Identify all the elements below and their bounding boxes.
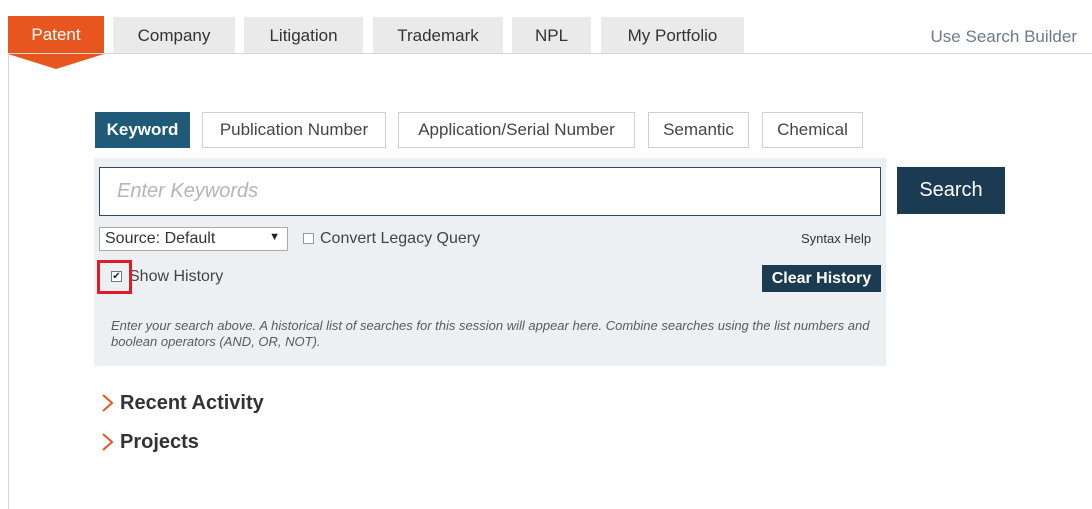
chevron-right-icon xyxy=(102,433,114,451)
source-select-value: Source: Default xyxy=(105,230,216,247)
search-type-chemical[interactable]: Chemical xyxy=(762,112,863,148)
convert-legacy-query-checkbox[interactable] xyxy=(303,233,314,244)
section-title: Recent Activity xyxy=(120,391,264,414)
chevron-right-icon xyxy=(102,394,114,412)
use-search-builder-link[interactable]: Use Search Builder xyxy=(931,27,1077,47)
source-select[interactable]: Source: Default ▼ xyxy=(99,227,288,251)
show-history-label: Show History xyxy=(129,268,224,285)
search-type-publication-number[interactable]: Publication Number xyxy=(202,112,386,148)
top-navigation: Patent Company Litigation Trademark NPL … xyxy=(0,0,1092,54)
highlight-annotation-box xyxy=(97,260,132,294)
dropdown-caret-icon: ▼ xyxy=(269,231,280,243)
history-help-text: Enter your search above. A historical li… xyxy=(111,318,870,349)
search-type-semantic[interactable]: Semantic xyxy=(648,112,749,148)
search-type-application-serial-number[interactable]: Application/Serial Number xyxy=(398,112,635,148)
search-button[interactable]: Search xyxy=(897,167,1005,214)
tab-company[interactable]: Company xyxy=(113,17,235,54)
tab-litigation[interactable]: Litigation xyxy=(244,17,363,54)
active-tab-pointer-icon xyxy=(8,54,104,69)
section-title: Projects xyxy=(120,430,199,453)
nav-divider xyxy=(8,53,1092,54)
clear-history-button[interactable]: Clear History xyxy=(762,265,881,292)
keyword-search-input[interactable] xyxy=(99,167,881,216)
section-recent-activity[interactable]: Recent Activity xyxy=(98,390,264,416)
syntax-help-link[interactable]: Syntax Help xyxy=(801,231,871,246)
tab-trademark[interactable]: Trademark xyxy=(373,17,503,54)
convert-legacy-query-label: Convert Legacy Query xyxy=(320,230,481,247)
content-border xyxy=(8,54,9,509)
tab-npl[interactable]: NPL xyxy=(512,17,591,54)
tab-my-portfolio[interactable]: My Portfolio xyxy=(601,17,744,54)
search-type-keyword[interactable]: Keyword xyxy=(95,112,190,148)
tab-patent[interactable]: Patent xyxy=(8,16,104,54)
section-projects[interactable]: Projects xyxy=(98,429,199,455)
